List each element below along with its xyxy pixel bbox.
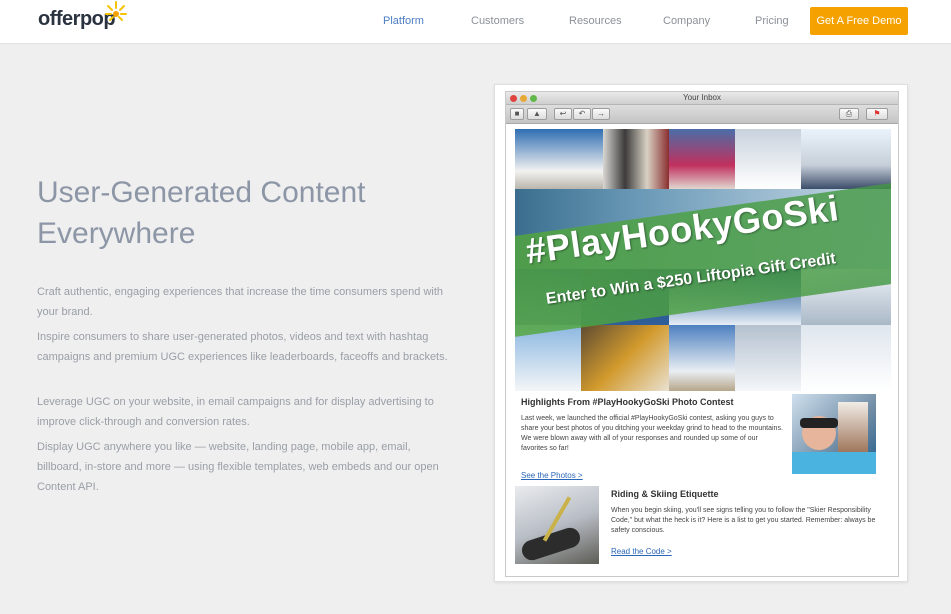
ski-lift-photo [515,486,599,564]
collage-photo [801,129,891,189]
junk-icon: ▲ [527,108,547,120]
hero-paragraph-4: Display UGC anywhere you like — website,… [37,441,439,493]
collage-photo [515,129,603,189]
nav-platform[interactable]: Platform [383,15,424,27]
email-preview-card: Your Inbox ■ ▲ ↩ ↶ → ⎙ ⚑ #PlayHookyGoSki… [494,84,908,582]
reply-all-icon: ↶ [573,108,591,120]
window-titlebar: Your Inbox [506,92,898,105]
nav-customers[interactable]: Customers [471,15,524,27]
get-free-demo-button[interactable]: Get A Free Demo [810,7,908,35]
skier-selfie-photo [792,394,876,474]
nav-company[interactable]: Company [663,15,710,27]
hero-paragraph-3: Leverage UGC on your website, in email c… [37,396,434,428]
collage-photo [801,325,891,391]
collage-photo [603,129,669,189]
read-code-link[interactable]: Read the Code > [611,547,672,556]
top-navigation-bar: offerpop Platform Customers Resources Co… [0,0,951,44]
hero-paragraph-2: Inspire consumers to share user-generate… [37,331,448,363]
mail-app-window: Your Inbox ■ ▲ ↩ ↶ → ⎙ ⚑ #PlayHookyGoSki… [505,91,899,577]
nav-resources[interactable]: Resources [569,15,622,27]
reply-icon: ↩ [554,108,572,120]
jacket-shape [792,452,876,474]
hero-paragraph-1: Craft authentic, engaging experiences th… [37,286,444,318]
goggles-shape [800,418,838,428]
trash-icon: ■ [510,108,524,120]
window-title: Your Inbox [683,93,721,102]
etiquette-body: When you begin skiing, you'll see signs … [611,507,876,534]
flag-icon: ⚑ [866,108,888,120]
contest-photo-collage: #PlayHookyGoSki Enter to Win a $250 Lift… [515,129,891,391]
collage-photo [581,325,669,391]
mail-toolbar: ■ ▲ ↩ ↶ → ⎙ ⚑ [506,105,898,124]
etiquette-heading: Riding & Skiing Etiquette [611,489,719,499]
page-headline: User-Generated Content Everywhere [37,172,457,254]
highlights-heading: Highlights From #PlayHookyGoSki Photo Co… [521,397,734,407]
nav-pricing[interactable]: Pricing [755,15,789,27]
sunburst-logo-icon [105,1,127,21]
highlights-body: Last week, we launched the official #Pla… [521,415,783,452]
collage-photo [735,129,801,189]
collage-photo [735,325,801,391]
see-photos-link[interactable]: See the Photos > [521,471,583,480]
collage-photo [669,325,735,391]
forward-icon: → [592,108,610,120]
headline-line-1: User-Generated Content [37,176,366,209]
collage-photo [669,129,735,189]
headline-line-2: Everywhere [37,217,196,250]
print-icon: ⎙ [839,108,859,120]
